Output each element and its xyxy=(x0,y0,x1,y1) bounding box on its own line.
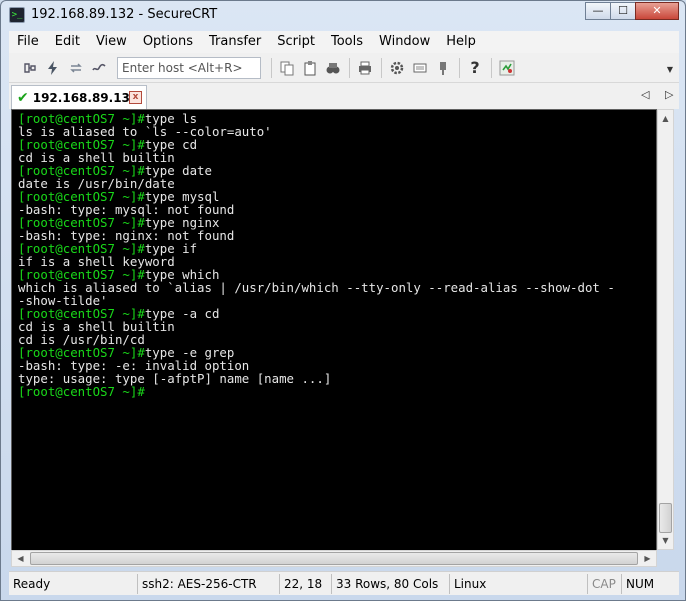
securecrt-app-icon[interactable]: >_ xyxy=(9,7,25,23)
menu-script[interactable]: Script xyxy=(269,31,323,53)
status-num-lock: NUM xyxy=(621,573,661,594)
connected-check-icon: ✔ xyxy=(17,89,29,106)
scroll-down-icon[interactable]: ▼ xyxy=(658,532,673,549)
menu-tools[interactable]: Tools xyxy=(323,31,371,53)
disconnect-icon[interactable] xyxy=(88,57,110,79)
logo-icon[interactable] xyxy=(496,57,518,79)
print-icon[interactable] xyxy=(354,57,376,79)
menu-edit[interactable]: Edit xyxy=(47,31,88,53)
lightning-icon[interactable] xyxy=(42,57,64,79)
status-bar: Ready ssh2: AES-256-CTR 22, 18 33 Rows, … xyxy=(9,571,679,595)
title-bar[interactable]: >_ 192.168.89.132 - SecureCRT — ☐ ✕ xyxy=(1,1,685,29)
menu-window[interactable]: Window xyxy=(371,31,438,53)
sftp-icon[interactable] xyxy=(409,57,431,79)
session-tab-bar: ✔ 192.168.89.132 x ◁ ▷ xyxy=(9,83,679,109)
status-ready: Ready xyxy=(13,576,51,591)
copy-icon[interactable] xyxy=(276,57,298,79)
horizontal-scroll-thumb[interactable] xyxy=(30,552,638,565)
tab-prev-icon[interactable]: ◁ xyxy=(641,88,649,101)
menu-bar: File Edit View Options Transfer Script T… xyxy=(9,31,679,53)
scroll-left-icon[interactable]: ◀ xyxy=(12,551,29,566)
keymap-icon[interactable] xyxy=(432,57,454,79)
toolbar-separator xyxy=(271,57,272,78)
terminal-screen[interactable]: [root@centOS7 ~]#type ls ls is aliased to… xyxy=(11,109,657,567)
toolbar-separator xyxy=(381,57,382,78)
horizontal-scrollbar[interactable]: ◀ ▶ xyxy=(11,550,657,567)
vertical-scroll-thumb[interactable] xyxy=(659,503,672,533)
app-window: >_ 192.168.89.132 - SecureCRT — ☐ ✕ File… xyxy=(0,0,686,601)
connect-icon[interactable] xyxy=(19,57,41,79)
find-icon[interactable] xyxy=(322,57,344,79)
reconnect-icon[interactable] xyxy=(65,57,87,79)
help-icon[interactable]: ? xyxy=(464,57,486,79)
status-cursor-position: 22, 18 xyxy=(279,573,331,594)
menu-file[interactable]: File xyxy=(9,31,47,53)
menu-help[interactable]: Help xyxy=(438,31,484,53)
status-terminal-type: Linux xyxy=(449,573,587,594)
toolbar-separator xyxy=(491,57,492,78)
toolbar: ? ▼ xyxy=(9,53,679,83)
tab-label: 192.168.89.132 xyxy=(32,90,139,105)
toolbar-separator xyxy=(459,57,460,78)
shell-prompt: [root@centOS7 ~]# xyxy=(18,384,145,399)
toolbar-overflow-icon[interactable]: ▼ xyxy=(667,65,673,74)
settings-icon[interactable] xyxy=(386,57,408,79)
vertical-scrollbar[interactable]: ▲ ▼ xyxy=(657,109,674,550)
status-dimensions: 33 Rows, 80 Cols xyxy=(331,573,449,594)
maximize-button[interactable]: ☐ xyxy=(610,2,636,20)
window-controls: — ☐ ✕ xyxy=(585,2,679,20)
status-cipher: ssh2: AES-256-CTR xyxy=(137,573,279,594)
tab-close-icon[interactable]: x xyxy=(129,91,142,104)
menu-transfer[interactable]: Transfer xyxy=(201,31,269,53)
minimize-button[interactable]: — xyxy=(585,2,611,20)
window-title: 192.168.89.132 - SecureCRT xyxy=(31,7,218,22)
close-button[interactable]: ✕ xyxy=(635,2,679,20)
scroll-up-icon[interactable]: ▲ xyxy=(658,110,673,127)
status-caps-lock: CAP xyxy=(587,573,621,594)
paste-icon[interactable] xyxy=(299,57,321,79)
quick-connect-input[interactable] xyxy=(117,56,261,79)
tab-session[interactable]: ✔ 192.168.89.132 x xyxy=(11,85,147,109)
menu-options[interactable]: Options xyxy=(135,31,201,53)
terminal-line: which is aliased to `alias | /usr/bin/wh… xyxy=(18,281,656,294)
tab-next-icon[interactable]: ▷ xyxy=(665,88,673,101)
terminal-line: [root@centOS7 ~]# xyxy=(18,385,656,398)
menu-view[interactable]: View xyxy=(88,31,135,53)
toolbar-separator xyxy=(349,57,350,78)
scroll-right-icon[interactable]: ▶ xyxy=(639,551,656,566)
